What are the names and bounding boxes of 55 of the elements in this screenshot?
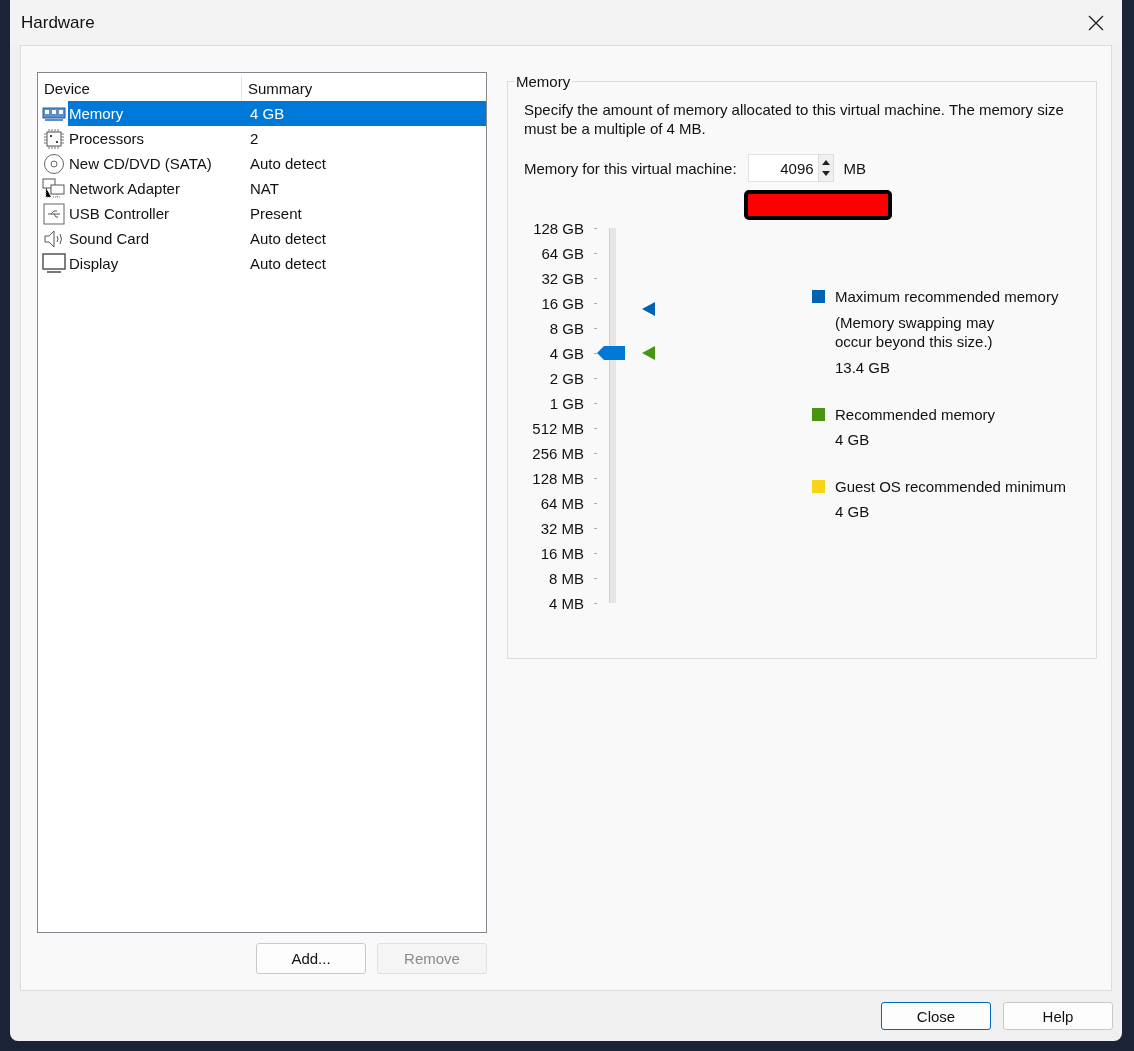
legend-label: Guest OS recommended minimum xyxy=(835,478,1066,495)
help-button[interactable]: Help xyxy=(1003,1002,1113,1030)
network-icon xyxy=(42,177,66,200)
device-summary[interactable]: Auto detect xyxy=(244,226,486,251)
monitor-icon xyxy=(42,252,66,275)
legend-note: (Memory swapping may occur beyond this size.) xyxy=(835,313,996,351)
device-name[interactable]: Display xyxy=(68,251,244,276)
tick-label: 8 GB xyxy=(548,320,584,337)
unit-label: MB xyxy=(843,159,867,177)
tick-label: 2 GB xyxy=(548,370,584,387)
legend-label: Maximum recommended memory xyxy=(835,288,1059,305)
device-name[interactable]: USB Controller xyxy=(68,201,244,226)
device-name[interactable]: Memory xyxy=(68,101,244,126)
device-summary[interactable]: Auto detect xyxy=(244,251,486,276)
tick-label: 4 MB xyxy=(548,595,584,612)
tick-label: 512 MB xyxy=(531,420,584,437)
memory-icon xyxy=(42,104,66,123)
close-icon[interactable] xyxy=(1088,14,1104,31)
close-button[interactable]: Close xyxy=(881,1002,991,1030)
tick-label: 32 MB xyxy=(539,520,584,537)
device-name[interactable]: Network Adapter xyxy=(68,176,244,201)
legend-value: 13.4 GB xyxy=(835,359,892,376)
device-summary[interactable]: 2 xyxy=(244,126,486,151)
field-label: Memory for this virtual machine: xyxy=(524,159,737,177)
device-name[interactable]: Sound Card xyxy=(68,226,244,251)
tick-label: 128 MB xyxy=(531,470,584,487)
device-summary[interactable]: 4 GB xyxy=(244,101,486,126)
column-header[interactable]: Summary xyxy=(242,76,486,101)
tick-label: 32 GB xyxy=(540,270,584,287)
tick-label: 8 MB xyxy=(548,570,584,587)
legend-label: Recommended memory xyxy=(835,406,996,423)
speaker-icon xyxy=(43,228,65,249)
tick-label: 16 MB xyxy=(539,545,584,562)
slider-thumb[interactable] xyxy=(597,344,625,361)
add-button[interactable]: Add... xyxy=(256,943,366,974)
tick-label: 1 GB xyxy=(548,395,584,412)
usb-icon xyxy=(43,202,65,225)
tick-label: 128 GB xyxy=(532,220,584,237)
device-summary[interactable]: Auto detect xyxy=(244,151,486,176)
tick-label: 256 MB xyxy=(531,445,584,462)
description-text: Specify the amount of memory allocated to this virtual machine. The memory size must be a multiple of 4 MB. xyxy=(524,100,1065,138)
tick-label: 16 GB xyxy=(540,295,584,312)
window-title: Hardware xyxy=(21,12,95,33)
device-summary[interactable]: Present xyxy=(244,201,486,226)
tick-label: 4 GB xyxy=(548,345,584,362)
device-name[interactable]: New CD/DVD (SATA) xyxy=(68,151,244,176)
memory-input-field[interactable]: 4096 xyxy=(747,154,818,182)
legend-value: 4 GB xyxy=(835,503,871,520)
device-summary[interactable]: NAT xyxy=(244,176,486,201)
tick-label: 64 MB xyxy=(539,495,584,512)
disc-icon xyxy=(43,152,65,175)
chip-icon xyxy=(43,127,65,150)
tick-label: 64 GB xyxy=(540,245,584,262)
legend-value: 4 GB xyxy=(835,431,871,448)
device-name[interactable]: Processors xyxy=(68,126,244,151)
